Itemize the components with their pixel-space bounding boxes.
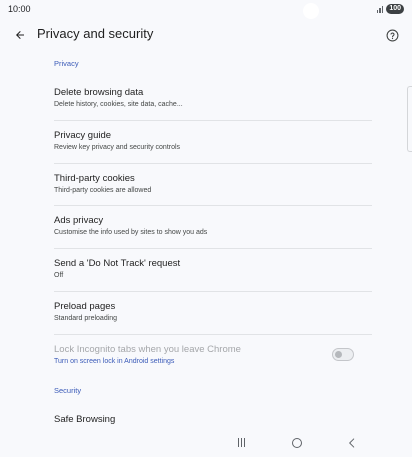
recents-button[interactable]	[238, 438, 245, 447]
row-privacy-guide[interactable]: Privacy guide Review key privacy and sec…	[54, 130, 372, 153]
row-subtitle: Customise the info used by sites to show…	[54, 229, 208, 236]
lock-incognito-toggle[interactable]	[332, 348, 354, 361]
row-subtitle: Standard preloading	[54, 315, 118, 322]
row-subtitle: Off	[54, 272, 64, 279]
nav-back-button[interactable]	[345, 436, 359, 450]
row-subtitle: Review key privacy and security controls	[54, 144, 181, 151]
row-title: Delete browsing data	[54, 87, 144, 98]
divider	[54, 334, 372, 335]
row-title: Send a 'Do Not Track' request	[54, 258, 181, 269]
arrow-left-icon	[16, 31, 24, 39]
row-title: Lock Incognito tabs when you leave Chrom…	[54, 344, 241, 355]
signal-icon	[376, 5, 384, 13]
divider	[54, 163, 372, 164]
home-button[interactable]	[292, 438, 302, 448]
row-title: Privacy guide	[54, 130, 112, 141]
row-delete-browsing-data[interactable]: Delete browsing data Delete history, coo…	[54, 87, 372, 110]
status-time: 10:00	[8, 4, 31, 14]
row-title: Third-party cookies	[54, 173, 135, 184]
row-title: Safe Browsing	[54, 414, 116, 425]
row-preload-pages[interactable]: Preload pages Standard preloading	[54, 301, 372, 324]
camera-cutout	[303, 3, 319, 19]
status-bar: 10:00 100	[0, 0, 412, 20]
screen-lock-settings-link[interactable]: Turn on screen lock in Android settings	[54, 357, 324, 367]
screen: 10:00 100 Privacy and security Privacy D…	[0, 0, 412, 457]
divider	[54, 205, 372, 206]
scrollbar[interactable]	[407, 86, 412, 152]
toggle-knob	[335, 351, 342, 358]
divider	[54, 120, 372, 121]
row-third-party-cookies[interactable]: Third-party cookies Third-party cookies …	[54, 173, 372, 196]
navigation-bar	[0, 430, 412, 457]
row-do-not-track[interactable]: Send a 'Do Not Track' request Off	[54, 258, 372, 281]
back-button[interactable]	[10, 25, 30, 45]
section-header-security: Security	[54, 386, 82, 395]
app-bar: Privacy and security	[0, 20, 412, 50]
row-subtitle: Delete history, cookies, site data, cach…	[54, 101, 183, 108]
row-title: Preload pages	[54, 301, 116, 312]
divider	[54, 248, 372, 249]
section-header-privacy: Privacy	[54, 59, 79, 68]
row-ads-privacy[interactable]: Ads privacy Customise the info used by s…	[54, 215, 372, 238]
help-button[interactable]	[382, 25, 402, 45]
status-icons: 100	[376, 4, 404, 14]
row-subtitle: Third-party cookies are allowed	[54, 187, 152, 194]
row-title: Ads privacy	[54, 215, 104, 226]
row-lock-incognito-tabs: Lock Incognito tabs when you leave Chrom…	[54, 344, 324, 367]
help-circle-icon	[386, 29, 398, 41]
page-title: Privacy and security	[37, 26, 154, 41]
battery-icon: 100	[386, 4, 404, 14]
divider	[54, 291, 372, 292]
row-safe-browsing[interactable]: Safe Browsing	[54, 414, 372, 426]
